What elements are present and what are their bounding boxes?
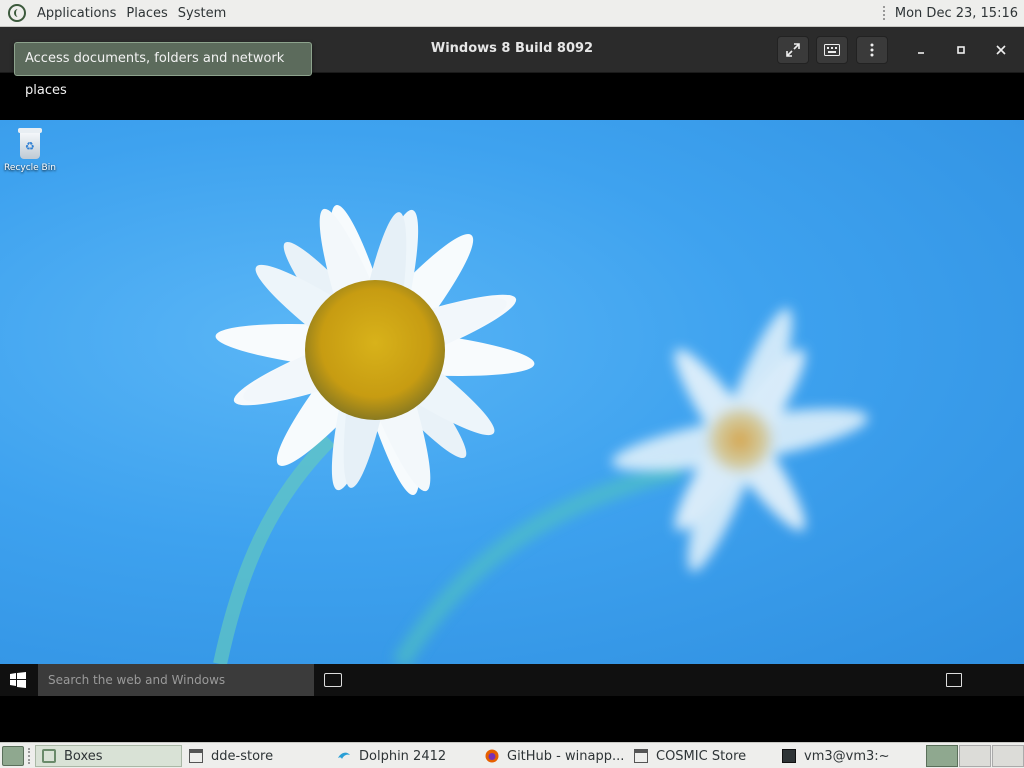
windows-taskbar: Search the web and Windows [0,664,1024,696]
workspace-1[interactable] [926,745,958,767]
fullscreen-button[interactable] [777,36,809,64]
close-icon [996,45,1006,55]
maximize-icon [957,46,965,54]
task-dde-store[interactable]: dde-store [183,745,331,767]
windows-search-input[interactable]: Search the web and Windows [38,664,314,696]
menu-icon [870,43,874,57]
task-label: Dolphin 2412 [359,748,447,764]
dolphin-icon [338,752,350,759]
task-view-icon[interactable] [324,673,342,687]
bottom-panel: Boxes dde-store Dolphin 2412 GitHub - wi… [0,742,1024,768]
window-icon [189,749,203,763]
recycle-bin-icon: ♻ [16,128,44,160]
vm-display[interactable]: ♻ Recycle Bin Search the web and Windows [0,73,1024,742]
recycle-bin-label: Recycle Bin [4,163,56,173]
action-center-icon[interactable] [946,673,962,687]
wallpaper-daisy [213,204,869,664]
panel-grip[interactable] [28,748,30,764]
places-menu[interactable]: Places [121,0,172,27]
top-panel: Applications Places System Mon Dec 23, 1… [0,0,1024,27]
menu-logo-icon[interactable] [8,4,26,22]
show-desktop-icon[interactable] [2,746,24,766]
workspace-2[interactable] [959,745,991,767]
task-label: dde-store [211,748,274,764]
terminal-icon [782,749,796,763]
fullscreen-icon [786,43,800,57]
maximize-button[interactable] [949,38,973,62]
keyboard-button[interactable] [816,36,848,64]
workspace-3[interactable] [992,745,1024,767]
task-github-firefox[interactable]: GitHub - winapp... [479,745,627,767]
panel-grip[interactable] [882,6,887,20]
task-label: Boxes [64,748,103,764]
recycle-bin[interactable]: ♻ Recycle Bin [4,128,56,173]
window-icon [634,749,648,763]
task-terminal[interactable]: vm3@vm3:~ [776,745,922,767]
minimize-icon [918,52,924,54]
task-label: GitHub - winapp... [507,748,625,764]
keyboard-icon [824,44,840,56]
task-cosmic-store[interactable]: COSMIC Store [628,745,776,767]
boxes-icon [42,749,56,763]
clock[interactable]: Mon Dec 23, 15:16 [895,6,1024,21]
task-label: vm3@vm3:~ [804,748,890,764]
system-menu[interactable]: System [173,0,231,27]
task-dolphin[interactable]: Dolphin 2412 [331,745,479,767]
close-button[interactable] [989,38,1013,62]
windows-start-icon[interactable] [10,672,26,688]
applications-menu[interactable]: Applications [32,0,121,27]
menu-button[interactable] [856,36,888,64]
task-boxes[interactable]: Boxes [35,745,182,767]
minimize-button[interactable] [909,38,933,62]
places-tooltip: Access documents, folders and network pl… [14,42,312,98]
task-label: COSMIC Store [656,748,747,764]
firefox-icon [485,749,499,763]
windows-desktop[interactable]: ♻ Recycle Bin [0,120,1024,664]
